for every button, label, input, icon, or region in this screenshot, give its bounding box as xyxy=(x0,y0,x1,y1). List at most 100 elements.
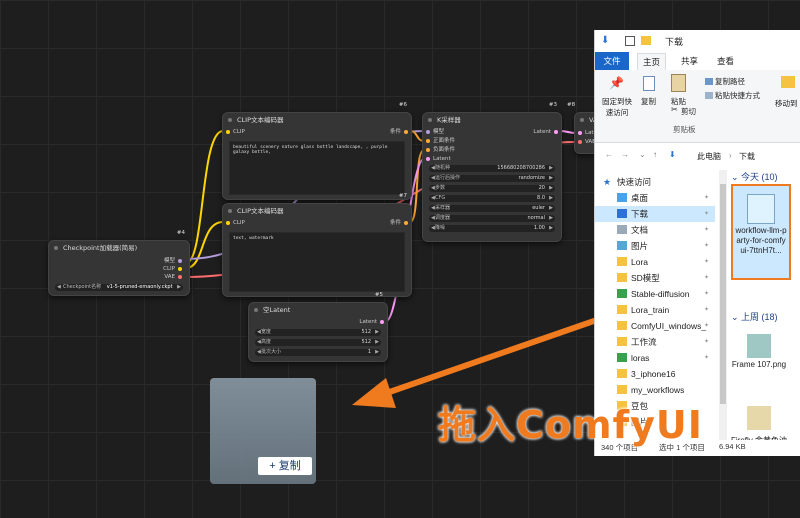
breadcrumb-downloads[interactable]: 下载 xyxy=(739,151,755,162)
tab-home[interactable]: 主页 xyxy=(637,53,667,71)
chevron-down-icon[interactable]: ⌄ xyxy=(639,150,646,159)
folder-icon xyxy=(617,257,627,266)
file-explorer-window[interactable]: ⬇ 下载 文件 主页 共享 查看 📌 固定到快速访问 复制 粘贴 复制路径 粘贴… xyxy=(594,30,800,456)
paste-shortcut-button[interactable]: 粘贴快捷方式 xyxy=(715,90,760,101)
folder-icon xyxy=(617,369,627,378)
document-folder-icon xyxy=(617,225,627,234)
group-header-today[interactable]: ⌄ 今天 (10) xyxy=(731,170,778,183)
pin-icon[interactable]: ✦ xyxy=(704,222,709,238)
up-icon[interactable]: ↑ xyxy=(653,150,657,159)
group-header-last-week[interactable]: ⌄ 上周 (18) xyxy=(731,310,778,323)
scissors-icon: ✂ xyxy=(671,105,678,114)
nav-item[interactable]: Lora ✦ xyxy=(595,254,715,270)
breadcrumb-sep-icon: › xyxy=(729,151,732,160)
nav-item[interactable]: loras ✦ xyxy=(595,350,715,366)
move-to-button[interactable]: 移动到 xyxy=(775,98,798,109)
nav-item[interactable]: 下载 ✦ xyxy=(595,206,715,222)
ribbon: 📌 固定到快速访问 复制 粘贴 复制路径 粘贴快捷方式 ✂ 剪切 剪贴板 移动到 xyxy=(595,70,800,143)
nav-item-label: SD模型 xyxy=(631,273,660,283)
back-icon[interactable]: ← xyxy=(605,150,613,159)
pin-quick-access-button[interactable]: 固定到快速访问 xyxy=(599,96,635,118)
nav-item-label: Lora xyxy=(631,257,649,267)
clipboard-group-label: 剪贴板 xyxy=(673,125,696,134)
nav-item[interactable]: 3_iphone16 xyxy=(595,366,715,382)
window-title: 下载 xyxy=(665,37,684,47)
folder-green-icon xyxy=(617,353,627,362)
file-list[interactable]: ⌄ 今天 (10) workflow-llm-party-for-comfyui… xyxy=(727,170,800,455)
folder-icon xyxy=(617,337,627,346)
chevron-down-icon: ⌄ xyxy=(731,172,742,182)
scrollbar-thumb[interactable] xyxy=(720,184,726,404)
file-name: workflow-llm-party-for-comfyui-7ttnH7t..… xyxy=(735,226,787,255)
nav-item-label: 文档 xyxy=(631,225,649,235)
breadcrumb-this-pc[interactable]: 此电脑 xyxy=(697,151,721,162)
checkbox-icon[interactable] xyxy=(625,36,635,46)
folder-icon xyxy=(641,36,651,45)
folder-icon xyxy=(617,385,627,394)
nav-item[interactable]: 桌面 ✦ xyxy=(595,190,715,206)
nav-item[interactable]: 文档 ✦ xyxy=(595,222,715,238)
address-bar[interactable]: ← → ⌄ ↑ ⬇ 此电脑 › 下载 xyxy=(595,148,800,164)
nav-item[interactable]: ComfyUI_windows_ ✦ xyxy=(595,318,715,334)
cut-button[interactable]: 剪切 xyxy=(681,106,696,117)
nav-item[interactable]: 工作流 ✦ xyxy=(595,334,715,350)
download-arrow-icon: ⬇ xyxy=(669,150,676,159)
tab-share[interactable]: 共享 xyxy=(681,55,698,67)
tab-file[interactable]: 文件 xyxy=(595,52,629,70)
pin-icon[interactable]: ✦ xyxy=(704,190,709,206)
down-arrow-icon[interactable]: ⬇ xyxy=(601,35,609,46)
nav-item[interactable]: ★ 快速访问 xyxy=(595,174,715,190)
folder-icon xyxy=(617,273,627,282)
nav-item-label: 快速访问 xyxy=(617,177,652,187)
ribbon-tabs[interactable]: 文件 主页 共享 查看 xyxy=(595,52,800,71)
image-thumbnail-icon xyxy=(747,406,771,430)
nav-item-label: Stable-diffusion xyxy=(631,289,690,299)
tab-view[interactable]: 查看 xyxy=(717,55,734,67)
star-icon: ★ xyxy=(603,177,612,187)
title-bar[interactable]: ⬇ 下载 xyxy=(595,30,800,52)
nav-item-label: 下载 xyxy=(631,209,649,219)
pin-icon[interactable]: ✦ xyxy=(704,350,709,366)
download-folder-icon xyxy=(617,209,627,218)
selected-size: 6.94 KB xyxy=(719,442,746,451)
pin-icon[interactable]: ✦ xyxy=(704,318,709,334)
nav-item-label: Lora_train xyxy=(631,305,670,315)
file-item-frame[interactable]: Frame 107.png xyxy=(731,330,787,386)
file-item-workflow[interactable]: workflow-llm-party-for-comfyui-7ttnH7t..… xyxy=(731,184,791,280)
folder-icon xyxy=(617,305,627,314)
notepad-file-icon xyxy=(747,194,775,224)
folder-green-icon xyxy=(617,289,627,298)
pin-icon: 📌 xyxy=(609,76,624,90)
nav-item[interactable]: Stable-diffusion ✦ xyxy=(595,286,715,302)
nav-item-label: ComfyUI_windows_ xyxy=(631,321,707,331)
chevron-down-icon: ⌄ xyxy=(731,312,742,322)
image-thumbnail-icon xyxy=(747,334,771,358)
pin-icon[interactable]: ✦ xyxy=(704,254,709,270)
nav-item[interactable]: SD模型 ✦ xyxy=(595,270,715,286)
nav-scrollbar[interactable] xyxy=(719,170,727,440)
nav-item-label: 桌面 xyxy=(631,193,649,203)
nav-item-label: 图片 xyxy=(631,241,649,251)
nav-item-label: 工作流 xyxy=(631,337,657,347)
pin-icon[interactable]: ✦ xyxy=(704,334,709,350)
copy-path-button[interactable]: 复制路径 xyxy=(715,76,745,87)
pin-icon[interactable]: ✦ xyxy=(704,270,709,286)
copy-path-icon xyxy=(705,78,713,85)
paste-shortcut-icon xyxy=(705,92,713,99)
copy-button[interactable]: 复制 xyxy=(641,96,656,107)
nav-item[interactable]: 图片 ✦ xyxy=(595,238,715,254)
pictures-folder-icon xyxy=(617,241,627,250)
folder-icon xyxy=(617,321,627,330)
pin-icon[interactable]: ✦ xyxy=(704,238,709,254)
file-name: Frame 107.png xyxy=(731,360,787,369)
forward-icon[interactable]: → xyxy=(621,150,629,159)
pin-icon[interactable]: ✦ xyxy=(704,206,709,222)
pin-icon[interactable]: ✦ xyxy=(704,302,709,318)
copy-icon xyxy=(643,76,655,91)
drag-into-comfyui-caption: 拖入ComfyUI xyxy=(438,403,703,447)
nav-item[interactable]: Lora_train ✦ xyxy=(595,302,715,318)
nav-item-label: 3_iphone16 xyxy=(631,369,676,379)
move-to-icon xyxy=(781,76,795,88)
pin-icon[interactable]: ✦ xyxy=(704,286,709,302)
folder-blue-icon xyxy=(617,193,627,202)
